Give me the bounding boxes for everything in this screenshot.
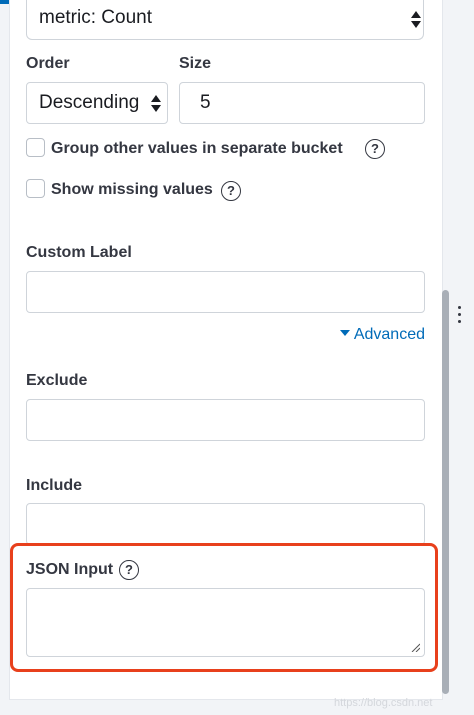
- include-label: Include: [26, 477, 83, 494]
- size-input[interactable]: 5: [179, 82, 425, 124]
- exclude-label: Exclude: [26, 372, 88, 389]
- order-select[interactable]: Descending: [26, 82, 168, 124]
- show-missing-label: Show missing values: [51, 181, 213, 198]
- size-label: Size: [179, 55, 212, 72]
- select-arrows-icon: [151, 95, 161, 113]
- group-other-checkbox[interactable]: [26, 138, 45, 157]
- help-icon[interactable]: ?: [221, 181, 241, 201]
- select-arrows-icon: [411, 11, 421, 29]
- advanced-toggle[interactable]: Advanced: [339, 326, 425, 344]
- json-input-highlight: [10, 543, 438, 672]
- size-input-value: 5: [200, 92, 211, 113]
- custom-label-label: Custom Label: [26, 244, 132, 261]
- group-other-label: Group other values in separate bucket: [51, 140, 343, 157]
- order-select-value: Descending: [39, 92, 140, 113]
- scrollbar-thumb[interactable]: [442, 290, 449, 694]
- custom-label-input[interactable]: [26, 271, 425, 313]
- metric-select-value: metric: Count: [39, 7, 152, 28]
- more-options-icon[interactable]: [458, 306, 462, 326]
- watermark: https://blog.csdn.net: [334, 697, 433, 709]
- show-missing-checkbox[interactable]: [26, 179, 45, 198]
- metric-select[interactable]: metric: Count: [26, 0, 424, 40]
- order-label: Order: [26, 55, 70, 72]
- help-icon[interactable]: ?: [365, 139, 385, 159]
- include-input[interactable]: [26, 503, 425, 545]
- exclude-input[interactable]: [26, 399, 425, 441]
- caret-down-icon: [339, 329, 350, 336]
